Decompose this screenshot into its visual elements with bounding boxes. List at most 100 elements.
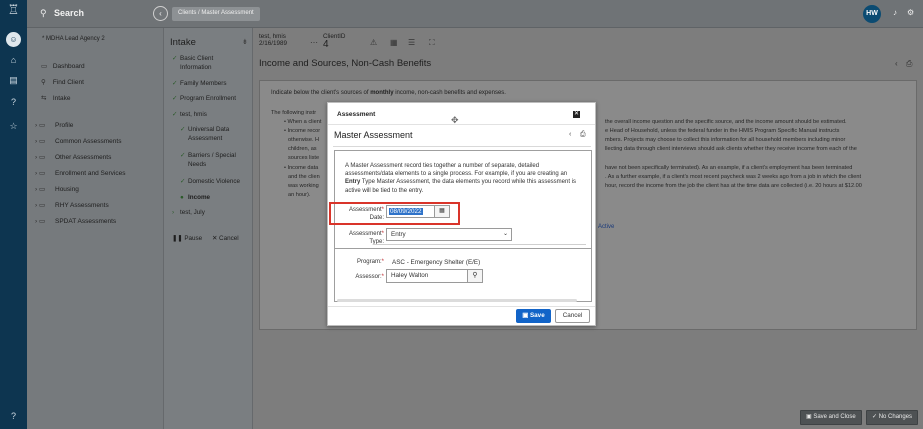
nav-intake[interactable]: ⇆ Intake (41, 94, 71, 102)
step-program-enrollment[interactable]: ✓ Program Enrollment (172, 95, 236, 104)
step-label: Domestic Violence (188, 178, 241, 185)
close-x-icon: ✕ (212, 235, 218, 242)
calendar-icon[interactable]: ▦ (390, 38, 398, 47)
pause-label: Pause (184, 235, 203, 242)
nav-label: Intake (52, 95, 71, 102)
instruction-line: hour, record the income from the job the… (605, 183, 862, 189)
save-button[interactable]: ▣ Save (516, 309, 551, 323)
pin-icon[interactable]: ⇟ (242, 38, 248, 46)
step-label: Program Enrollment (180, 95, 236, 102)
collapse-sidebar-button[interactable]: ‹ (153, 6, 168, 21)
step-income[interactable]: ● Income (180, 194, 210, 203)
chevron-down-icon: ⌄ (502, 231, 508, 237)
pause-button[interactable]: ❚❚ Pause (172, 235, 202, 242)
instruction-line: llecting data through client interviews … (605, 146, 857, 152)
step-domestic-violence[interactable]: ✓ Domestic Violence (180, 178, 240, 187)
current-step-icon: ● (180, 194, 184, 201)
breadcrumb[interactable]: Clients / Master Assessment (172, 7, 260, 21)
instruction-line: e Head of Household, unless the federal … (605, 128, 840, 134)
calendar-icon[interactable]: ▦ (434, 205, 450, 218)
save-and-close-button[interactable]: ▣ Save and Close (800, 410, 862, 425)
program-value: ASC - Emergency Shelter (E/E) (392, 259, 481, 266)
profile-avatar-icon[interactable]: ☺ (6, 32, 21, 47)
cancel-button[interactable]: Cancel (555, 309, 590, 323)
step-label: Information (180, 63, 212, 71)
instruction-line: mbers. Projects may choose to collect th… (605, 137, 846, 143)
step-label: Needs (188, 160, 207, 168)
search-label[interactable]: Search (54, 8, 84, 18)
back-icon[interactable]: ‹ (569, 131, 571, 138)
more-icon[interactable]: ⋯ (310, 38, 318, 47)
assessor-search-icon[interactable]: ⚲ (467, 269, 483, 283)
folder-label: RHY Assessments (55, 202, 109, 209)
app-logo-icon: ♖ (7, 2, 20, 17)
step-barriers-special-needs[interactable]: ✓ Barriers / Special Needs (180, 152, 236, 169)
favorites-icon[interactable]: ☆ (0, 120, 27, 132)
reports-icon[interactable]: ▤ (0, 74, 27, 86)
back-icon[interactable]: ‹ (895, 59, 898, 68)
help-nav-icon[interactable]: ? (0, 96, 27, 108)
check-icon: ✓ (180, 126, 186, 133)
folder-icon: › ▭ (35, 202, 46, 209)
folder-icon: › ▭ (35, 218, 46, 225)
folder-enrollment-services[interactable]: › ▭ Enrollment and Services (35, 169, 125, 177)
program-label: Program:* (356, 259, 384, 265)
no-changes-button[interactable]: ✓ No Changes (866, 410, 919, 425)
divider (328, 306, 595, 307)
modal-header: Assessment ✥ ✕ (328, 103, 595, 125)
alert-icon[interactable]: ⚠ (370, 38, 377, 47)
nav-label: Find Client (52, 79, 84, 86)
step-basic-client-information[interactable]: ✓ Basic Client Information (172, 55, 213, 72)
client-id-value: 4 (323, 39, 329, 50)
save-icon: ▣ (806, 414, 812, 420)
left-sidebar: * MDHA Lead Agency 2 ▭ Dashboard ⚲ Find … (27, 28, 164, 429)
assessment-type-select[interactable]: Entry ⌄ (386, 228, 512, 241)
folder-label: Enrollment and Services (55, 170, 126, 177)
expand-icon[interactable]: ⛶ (429, 38, 435, 48)
assessor-input[interactable]: Haley Walton (386, 269, 468, 283)
active-link[interactable]: Active (598, 224, 614, 230)
bell-icon[interactable]: ♪ (893, 8, 897, 17)
home-icon[interactable]: ⌂ (0, 54, 27, 66)
nav-dashboard[interactable]: ▭ Dashboard (41, 62, 85, 70)
assessment-description: A Master Assessment record ties together… (345, 163, 576, 194)
print-icon[interactable]: ⎙ (906, 59, 912, 69)
print-icon[interactable]: ⎙ (580, 131, 586, 139)
folder-label: Other Assessments (55, 154, 112, 161)
cancel-intake-button[interactable]: ✕ Cancel (212, 235, 239, 242)
instruction-line: was working (288, 183, 319, 189)
intake-panel: Intake ⇟ ✓ Basic Client Information ✓ Famil… (164, 28, 253, 429)
assessment-date-label: Assessment* Date: (348, 207, 384, 221)
client-info: test, hmis 2/16/1989 (259, 33, 287, 47)
search-icon[interactable]: ⚲ (40, 8, 47, 19)
modal-header-title: Assessment (337, 111, 376, 118)
nav-find-client[interactable]: ⚲ Find Client (41, 78, 84, 86)
folder-profile[interactable]: › ▭ Profile (35, 121, 73, 129)
instruction-line: otherwise. H (288, 137, 320, 143)
move-icon[interactable]: ✥ (451, 115, 459, 126)
instruction-line: • When a client (284, 119, 322, 125)
user-avatar[interactable]: HW (863, 5, 881, 23)
folder-icon: › ▭ (35, 138, 46, 145)
folder-spdat-assessments[interactable]: › ▭ SPDAT Assessments (35, 217, 116, 225)
horizontal-scrollbar[interactable] (337, 299, 577, 302)
list-icon[interactable]: ☰ (408, 38, 415, 47)
close-icon[interactable]: ✕ (573, 111, 580, 118)
step-universal-data-assessment[interactable]: ✓ Universal Data Assessment (180, 126, 229, 143)
folder-housing[interactable]: › ▭ Housing (35, 185, 79, 193)
step-family-members[interactable]: ✓ Family Members (172, 80, 227, 89)
assessment-modal: Assessment ✥ ✕ Master Assessment ‹ ⎙ A M… (327, 102, 596, 326)
step-test-july[interactable]: › test, July (172, 209, 205, 218)
folder-rhy-assessments[interactable]: › ▭ RHY Assessments (35, 201, 109, 209)
agency-name[interactable]: * MDHA Lead Agency 2 (42, 36, 105, 42)
folder-other-assessments[interactable]: › ▭ Other Assessments (35, 153, 111, 161)
folder-label: SPDAT Assessments (55, 218, 117, 225)
gear-icon[interactable]: ⚙ (907, 8, 914, 17)
folder-common-assessments[interactable]: › ▭ Common Assessments (35, 137, 121, 145)
step-test-hmis[interactable]: ✓ test, hmis (172, 111, 207, 120)
instruction-line: The following instr (271, 110, 317, 116)
help-icon[interactable]: ? (0, 410, 27, 422)
assessment-date-input[interactable]: 08/09/2022 (386, 205, 436, 218)
step-label: Assessment (188, 134, 223, 142)
save-close-label: Save and Close (813, 414, 856, 420)
